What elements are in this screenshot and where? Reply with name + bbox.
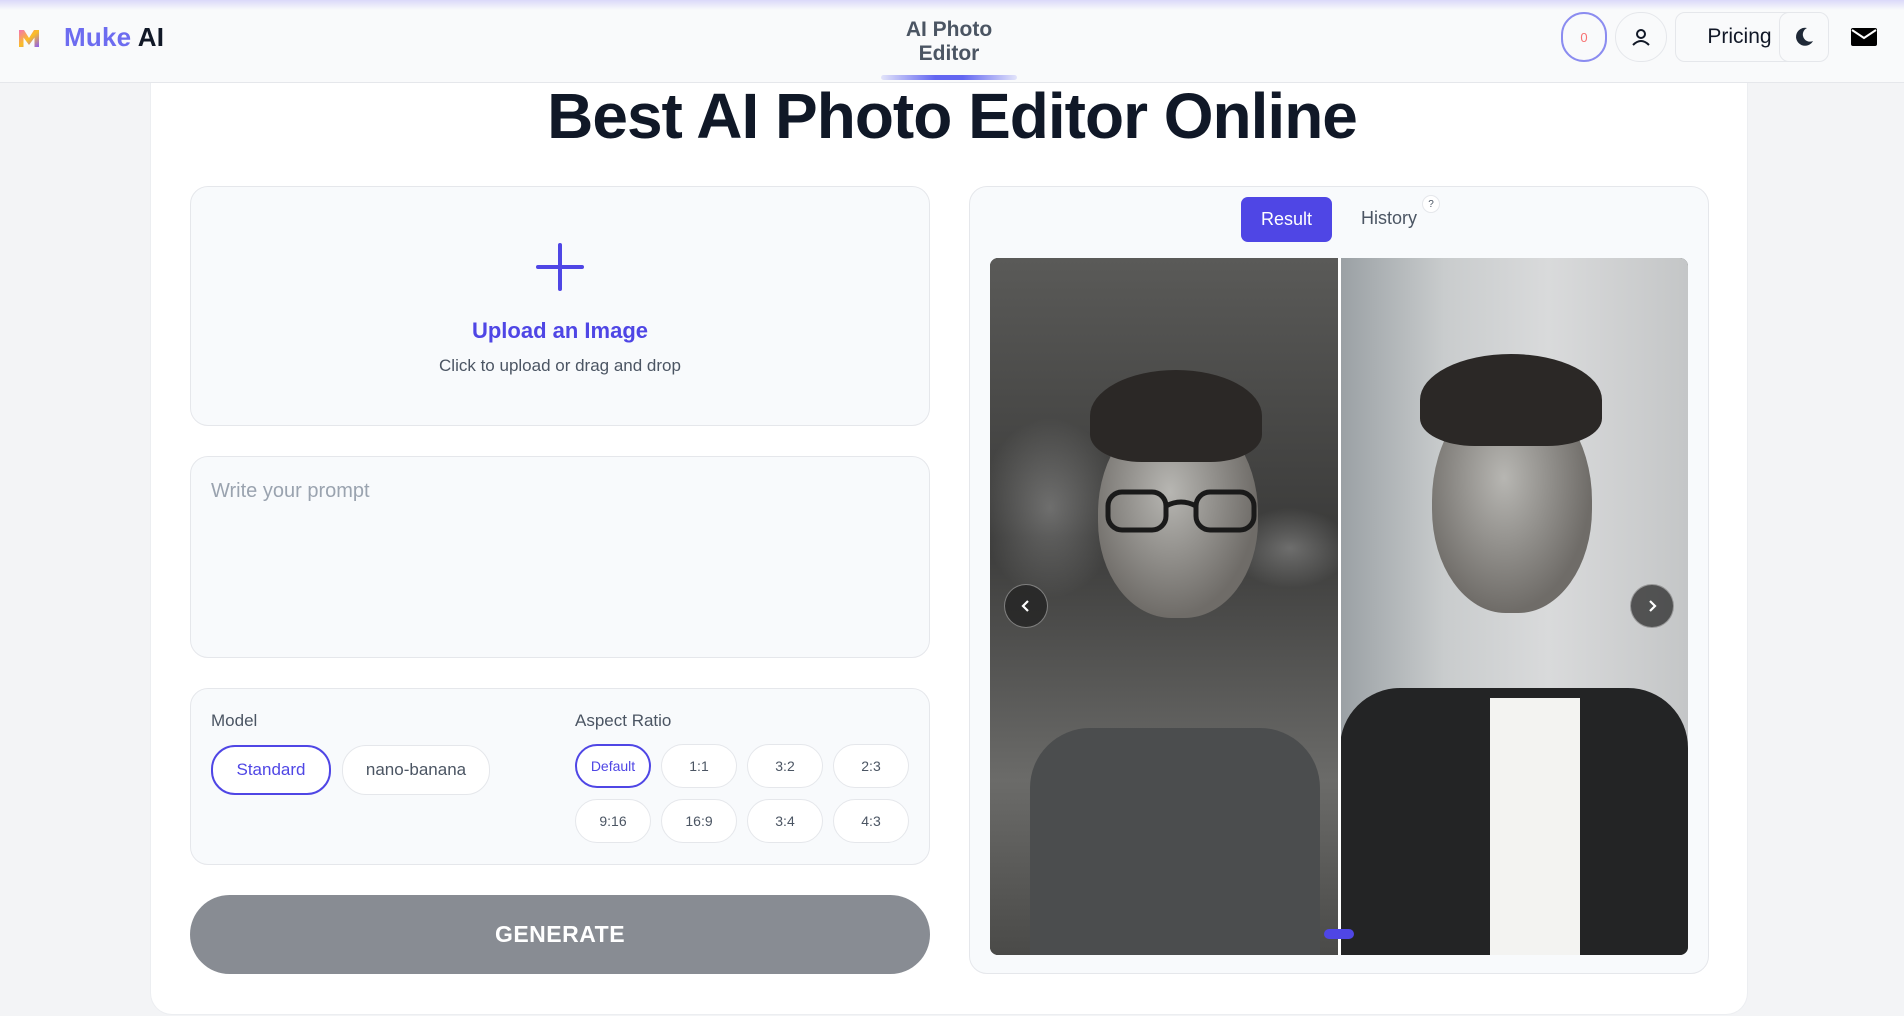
result-panel: Result History ? <box>969 186 1709 974</box>
logo-icon <box>19 29 39 47</box>
mail-button[interactable] <box>1839 12 1889 62</box>
ratio-option-4-3[interactable]: 4:3 <box>833 799 909 843</box>
user-button[interactable] <box>1615 12 1667 62</box>
prompt-box <box>190 456 930 658</box>
after-shirt <box>1490 698 1580 955</box>
top-header: Muke AI AI Photo Editor 0 Pricing <box>0 0 1904 83</box>
brand-name: Muke AI <box>64 22 164 53</box>
model-option-standard[interactable]: Standard <box>211 745 331 795</box>
comparison-viewer[interactable] <box>990 258 1688 955</box>
ratio-option-3-2[interactable]: 3:2 <box>747 744 823 788</box>
tab-history[interactable]: History <box>1361 208 1417 229</box>
user-icon <box>1632 29 1650 46</box>
after-hair <box>1420 354 1602 446</box>
model-option-nano-banana[interactable]: nano-banana <box>342 745 490 795</box>
help-icon[interactable]: ? <box>1422 195 1440 213</box>
prompt-input[interactable] <box>191 457 929 657</box>
upload-title: Upload an Image <box>471 318 649 343</box>
upload-dropzone[interactable]: Upload an Image Click to upload or drag … <box>190 186 930 426</box>
ratio-option-3-4[interactable]: 3:4 <box>747 799 823 843</box>
ratio-option-9-16[interactable]: 9:16 <box>575 799 651 843</box>
ratio-option-16-9[interactable]: 16:9 <box>661 799 737 843</box>
nav-ai-photo-editor[interactable]: AI Photo Editor <box>876 18 1022 80</box>
slide-indicator[interactable] <box>1324 929 1354 939</box>
brand-name-part1: Muke <box>64 22 132 52</box>
plus-icon <box>536 243 584 291</box>
prev-button[interactable] <box>1004 584 1048 628</box>
options-panel: Model Standard nano-banana Aspect Ratio … <box>190 688 930 865</box>
tab-result[interactable]: Result <box>1241 197 1332 242</box>
theme-toggle-button[interactable] <box>1779 12 1829 62</box>
compare-divider[interactable] <box>1338 258 1341 955</box>
ratio-option-default[interactable]: Default <box>575 744 651 788</box>
glasses-icon <box>1105 489 1257 533</box>
next-button[interactable] <box>1630 584 1674 628</box>
credits-badge[interactable]: 0 <box>1561 12 1607 62</box>
brand[interactable]: Muke AI <box>16 22 164 53</box>
ratio-option-1-1[interactable]: 1:1 <box>661 744 737 788</box>
chevron-right-icon <box>1649 600 1657 612</box>
before-shirt <box>1030 728 1320 955</box>
mail-icon <box>1851 28 1877 46</box>
moon-icon <box>1796 27 1813 46</box>
brand-name-part2: AI <box>137 22 165 52</box>
chevron-left-icon <box>1021 600 1029 612</box>
header-glow <box>0 0 1904 10</box>
generate-button[interactable]: GENERATE <box>190 895 930 974</box>
before-hair <box>1090 370 1262 462</box>
page-title: Best AI Photo Editor Online <box>547 80 1358 152</box>
upload-subtitle: Click to upload or drag and drop <box>439 356 681 375</box>
nav-ai-photo-editor-label: AI Photo Editor <box>905 18 993 65</box>
model-label: Model <box>211 711 258 730</box>
aspect-ratio-label: Aspect Ratio <box>575 711 672 730</box>
ratio-option-2-3[interactable]: 2:3 <box>833 744 909 788</box>
